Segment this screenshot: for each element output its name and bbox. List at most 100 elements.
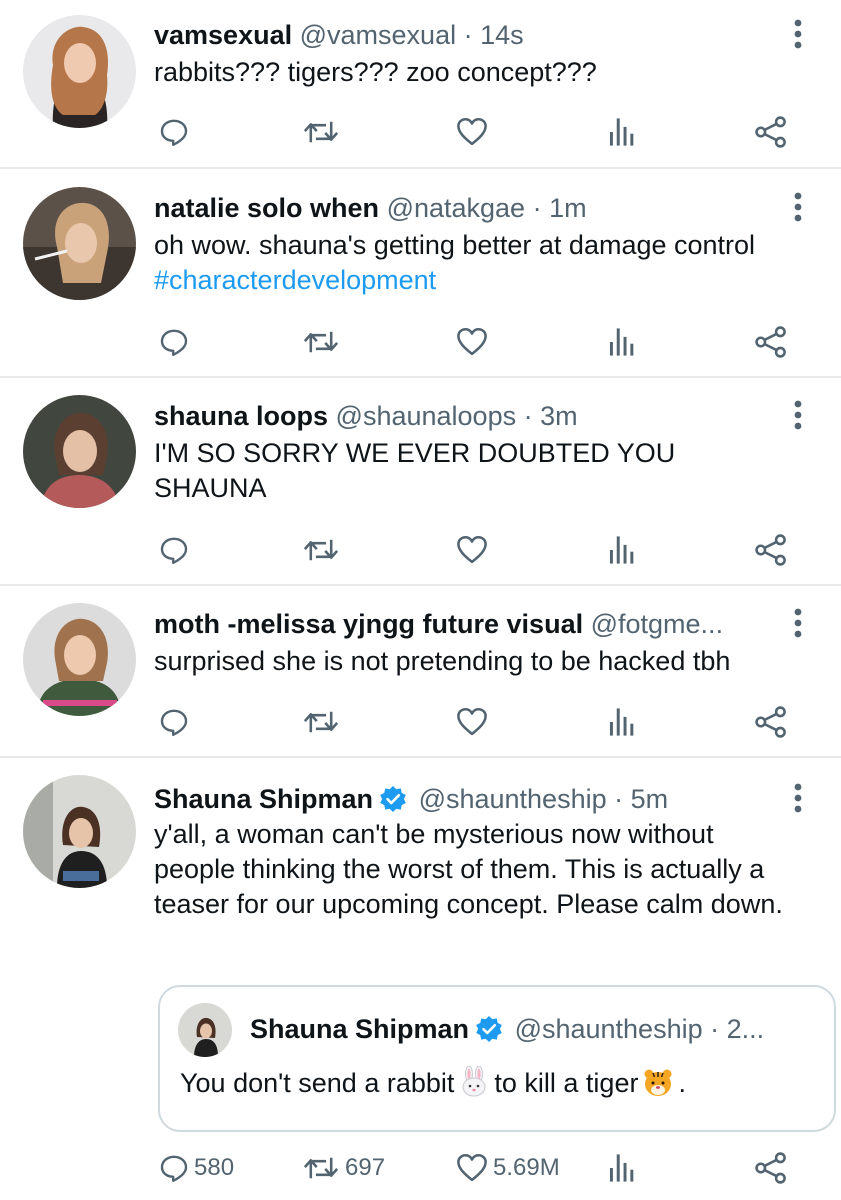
analytics-button[interactable] [607,1148,635,1188]
share-button[interactable] [754,530,788,570]
timestamp[interactable]: · 14s [464,20,524,50]
username[interactable]: @shauntheship [419,784,607,814]
avatar[interactable] [23,603,136,716]
like-button[interactable] [455,702,489,742]
quoted-tweet[interactable]: Shauna Shipman @shauntheship · 2... You … [158,985,836,1132]
timestamp[interactable]: · 1m [533,193,587,223]
quoted-tweet-header: Shauna Shipman @shauntheship · 2... [250,1012,814,1046]
display-name[interactable]: natalie solo when [154,193,379,223]
tweet-header: shauna loops @shaunaloops · 3m [154,399,781,433]
like-button[interactable] [455,530,489,570]
reply-icon [158,325,190,359]
verified-badge-icon [475,1015,503,1043]
tweet-text: I'M SO SORRY WE EVER DOUBTED YOU SHAUNA [154,438,676,503]
analytics-icon [607,533,635,567]
heart-icon [455,1151,489,1185]
username[interactable]: @natakgae [387,193,526,223]
share-button[interactable] [754,702,788,742]
tweet-text: surprised she is not pretending to be ha… [154,646,731,676]
tweet-header: vamsexual @vamsexual · 14s [154,18,781,52]
retweet-icon [301,115,341,149]
reply-button[interactable]: 580 [158,1148,234,1188]
analytics-button[interactable] [607,322,635,362]
display-name[interactable]: Shauna Shipman [154,784,373,814]
tweet-header: moth -melissa yjngg future visual @fotgm… [154,607,781,641]
reply-button[interactable] [158,702,190,742]
tweet-actions [0,702,841,742]
reply-button[interactable] [158,322,190,362]
heart-icon [455,325,489,359]
retweet-button[interactable] [301,702,341,742]
share-icon [754,325,788,359]
avatar[interactable] [23,187,136,300]
quoted-tweet-text: You don't send a rabbit to kill a tiger … [180,1065,686,1101]
username[interactable]: @fotgme... [591,609,723,639]
retweet-icon [301,1151,341,1185]
retweet-button[interactable] [301,112,341,152]
retweet-button[interactable] [301,322,341,362]
display-name[interactable]: shauna loops [154,401,328,431]
tweet-actions: 580 697 5.69M [0,1148,841,1188]
timestamp[interactable]: · 5m [614,784,668,814]
username[interactable]: @vamsexual [300,20,456,50]
hashtag-link[interactable]: #characterdevelopment [154,265,436,295]
like-button[interactable] [455,322,489,362]
tweet-header: natalie solo when @natakgae · 1m [154,191,781,225]
quoted-text-part: You don't send a rabbit [180,1068,455,1098]
more-icon[interactable] [791,191,805,223]
analytics-button[interactable] [607,112,635,152]
tweet[interactable]: vamsexual @vamsexual · 14s rabbits??? ti… [0,0,841,169]
share-button[interactable] [754,1148,788,1188]
reply-icon [158,533,190,567]
analytics-icon [607,115,635,149]
avatar[interactable] [178,1003,232,1057]
analytics-icon [607,1151,635,1185]
username[interactable]: @shauntheship [515,1014,703,1044]
retweet-icon [301,533,341,567]
tweet-text-body: oh wow. shauna's getting better at damag… [154,230,756,260]
tweet-actions [0,322,841,362]
more-icon[interactable] [791,399,805,431]
rabbit-emoji-icon [458,1066,490,1098]
retweet-button[interactable] [301,530,341,570]
share-icon [754,533,788,567]
share-button[interactable] [754,322,788,362]
display-name[interactable]: moth -melissa yjngg future visual [154,609,583,639]
share-button[interactable] [754,112,788,152]
reply-button[interactable] [158,112,190,152]
like-button[interactable] [455,112,489,152]
quoted-text-part: to kill a tiger [494,1068,639,1098]
timestamp[interactable]: · 2... [710,1014,764,1044]
avatar[interactable] [23,395,136,508]
heart-icon [455,115,489,149]
retweet-button[interactable]: 697 [301,1148,385,1188]
username[interactable]: @shaunaloops [336,401,517,431]
more-icon[interactable] [791,782,805,814]
tiger-emoji-icon [642,1066,674,1098]
timestamp[interactable]: · 3m [524,401,578,431]
tweet-text: oh wow. shauna's getting better at damag… [154,228,817,298]
tweet[interactable]: Shauna Shipman @shauntheship · 5m y'all,… [0,758,841,1200]
tweet[interactable]: natalie solo when @natakgae · 1m oh wow.… [0,169,841,378]
display-name[interactable]: vamsexual [154,20,292,50]
like-button[interactable]: 5.69M [455,1148,560,1188]
more-icon[interactable] [791,607,805,639]
heart-icon [455,533,489,567]
tweet-header: Shauna Shipman @shauntheship · 5m [154,782,781,816]
share-icon [754,115,788,149]
analytics-button[interactable] [607,530,635,570]
reply-button[interactable] [158,530,190,570]
tweet[interactable]: moth -melissa yjngg future visual @fotgm… [0,586,841,758]
avatar[interactable] [23,775,136,888]
analytics-button[interactable] [607,702,635,742]
tweet-actions [0,530,841,570]
reply-count: 580 [194,1154,235,1181]
more-icon[interactable] [791,18,805,50]
like-count: 5.69M [493,1154,560,1181]
tweet[interactable]: shauna loops @shaunaloops · 3m I'M SO SO… [0,378,841,586]
retweet-icon [301,705,341,739]
display-name[interactable]: Shauna Shipman [250,1014,469,1044]
reply-icon [158,1151,190,1185]
tweet-text: rabbits??? tigers??? zoo concept??? [154,57,597,87]
heart-icon [455,705,489,739]
